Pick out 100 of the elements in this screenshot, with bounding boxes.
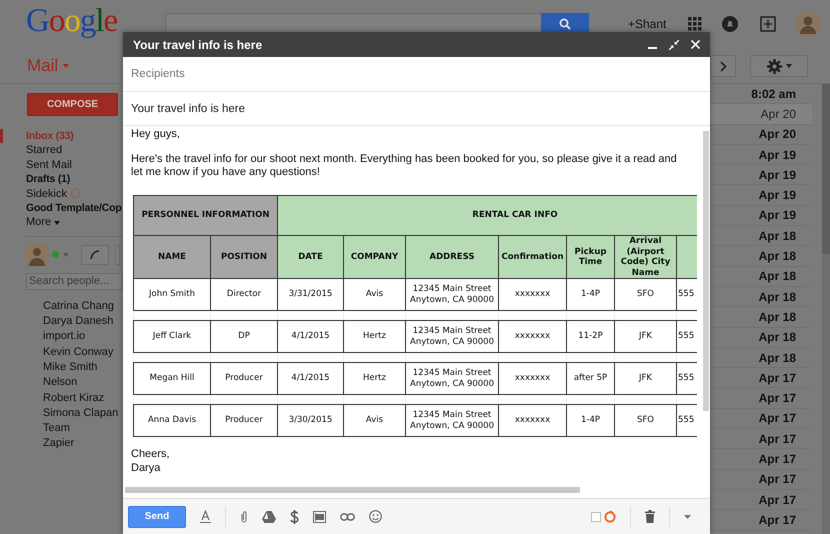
table-cell: Jeff Clark bbox=[134, 320, 210, 352]
caret-icon bbox=[63, 64, 70, 68]
recipients-field[interactable]: Recipients bbox=[123, 57, 710, 92]
send-button[interactable]: Send bbox=[128, 506, 186, 528]
photo-icon[interactable] bbox=[313, 510, 326, 522]
notifications-icon[interactable] bbox=[722, 16, 738, 32]
group-header: RENTAL CAR INFO bbox=[278, 196, 697, 236]
caret-icon[interactable] bbox=[684, 514, 691, 518]
table-cell: SFO bbox=[614, 404, 676, 436]
table-cell: 3/30/2015 bbox=[278, 404, 344, 436]
avatar-icon[interactable] bbox=[26, 244, 48, 266]
column-header: Arrival (Airport Code) City Name bbox=[614, 236, 676, 278]
emoji-icon[interactable] bbox=[369, 510, 382, 523]
phone-icon bbox=[90, 250, 100, 260]
ring-icon[interactable] bbox=[604, 510, 616, 523]
table-cell: SFO bbox=[614, 278, 676, 310]
table-cell: Producer bbox=[210, 404, 278, 436]
table-cell: 12345 Main Street Anytown, CA 90000 bbox=[406, 278, 498, 310]
vertical-scrollbar[interactable] bbox=[703, 131, 709, 411]
contact-name[interactable]: Team bbox=[0, 421, 125, 436]
table-cell: xxxxxxx bbox=[498, 278, 566, 310]
search-icon bbox=[559, 18, 571, 30]
column-header: COMPANY bbox=[344, 236, 406, 278]
trash-icon[interactable] bbox=[645, 510, 655, 523]
table-cell: 12345 Main Street Anytown, CA 90000 bbox=[406, 362, 498, 394]
contact-name[interactable]: import.io bbox=[0, 329, 125, 345]
table-cell: 4/1/2015 bbox=[278, 320, 344, 352]
window-title: Your travel info is here bbox=[133, 38, 264, 52]
contact-name[interactable]: Mike Smith bbox=[0, 360, 125, 376]
subject-field[interactable]: Your travel info is here bbox=[123, 92, 710, 126]
column-header: Confirmation bbox=[498, 236, 566, 278]
table-cell: Director bbox=[210, 278, 278, 310]
column-header: NAME bbox=[134, 236, 210, 278]
search-people-field[interactable]: Search people... bbox=[26, 272, 123, 290]
link-icon[interactable] bbox=[340, 512, 355, 520]
table-cell: John Smith bbox=[134, 278, 210, 310]
chevron-right-icon bbox=[720, 60, 726, 72]
sidebar-item[interactable]: Drafts (1) bbox=[0, 172, 125, 187]
table-cell: Hertz bbox=[344, 320, 406, 352]
caret-icon bbox=[786, 64, 792, 68]
google-logo[interactable]: Google bbox=[26, 2, 165, 40]
table-cell: Producer bbox=[210, 362, 278, 394]
table-cell: 12345 Main Street Anytown, CA 90000 bbox=[406, 404, 498, 436]
user-name[interactable]: +Shant bbox=[628, 17, 666, 31]
table-cell: JFK bbox=[614, 320, 676, 352]
contact-name[interactable]: Robert Kiraz bbox=[0, 390, 125, 406]
vertical-scrollbar[interactable] bbox=[822, 84, 830, 534]
column-header: Pickup Time bbox=[566, 236, 614, 278]
table-cell: xxxxxxx bbox=[498, 404, 566, 436]
settings-button[interactable] bbox=[750, 55, 808, 77]
table-cell: 4/1/2015 bbox=[278, 362, 344, 394]
contact-name[interactable]: Catrina Chang bbox=[0, 298, 125, 314]
table-cell: 12345 Main Street Anytown, CA 90000 bbox=[406, 320, 498, 352]
table-cell: Hertz bbox=[344, 362, 406, 394]
contact-name[interactable]: Darya Danesh bbox=[0, 314, 125, 330]
greeting-text: Hey guys, bbox=[131, 128, 181, 141]
horizontal-scrollbar[interactable] bbox=[125, 487, 580, 493]
text-format-icon[interactable] bbox=[200, 510, 211, 523]
sidebar-item[interactable]: Sent Mail bbox=[0, 158, 125, 172]
ring-icon bbox=[70, 188, 81, 200]
status-dot-icon[interactable] bbox=[52, 251, 59, 258]
call-button[interactable] bbox=[81, 244, 109, 265]
sidebar-item[interactable]: More bbox=[0, 215, 125, 230]
contact-name[interactable]: Nelson bbox=[0, 375, 125, 391]
table-cell: after 5P bbox=[566, 362, 614, 394]
column-header: ADDRESS bbox=[406, 236, 498, 278]
table-cell: 11-2P bbox=[566, 320, 614, 352]
contact-name[interactable]: Simona Clapan bbox=[0, 406, 125, 422]
contact-name[interactable]: Zapier bbox=[0, 436, 125, 452]
sidebar-item[interactable]: Sidekick bbox=[0, 186, 125, 201]
column-header: POSITION bbox=[210, 236, 278, 278]
column-header: DATE bbox=[278, 236, 344, 278]
checkbox-icon[interactable] bbox=[591, 512, 601, 522]
caret-icon bbox=[54, 220, 60, 225]
contact-name[interactable]: Kevin Conway bbox=[0, 344, 125, 360]
sidebar-item[interactable]: Good Template/Cop bbox=[0, 200, 125, 216]
compose-button[interactable]: COMPOSE bbox=[27, 93, 118, 116]
avatar-icon[interactable] bbox=[795, 11, 822, 37]
table-cell: Anna Davis bbox=[134, 404, 210, 436]
table-cell: Avis bbox=[344, 278, 406, 310]
table-cell: 1-4P bbox=[566, 404, 614, 436]
add-icon[interactable] bbox=[760, 16, 776, 32]
next-button[interactable] bbox=[710, 55, 736, 77]
table-cell: JFK bbox=[614, 362, 676, 394]
exit-fullscreen-icon[interactable] bbox=[669, 40, 679, 50]
drive-icon[interactable] bbox=[262, 510, 276, 522]
sidebar-item[interactable]: Starred bbox=[0, 143, 125, 158]
signoff-text: Cheers, bbox=[131, 447, 171, 461]
apps-icon[interactable] bbox=[688, 17, 702, 31]
attach-icon[interactable] bbox=[240, 510, 248, 524]
group-header: PERSONNEL INFORMATION bbox=[134, 196, 278, 236]
dollar-icon[interactable] bbox=[290, 510, 299, 524]
table-cell: Megan Hill bbox=[134, 362, 210, 394]
close-icon[interactable] bbox=[691, 40, 700, 49]
table-cell: Avis bbox=[344, 404, 406, 436]
table-cell: xxxxxxx bbox=[498, 320, 566, 352]
table-cell: 3/31/2015 bbox=[278, 278, 344, 310]
table-cell: DP bbox=[210, 320, 278, 352]
table-cell: 1-4P bbox=[566, 278, 614, 310]
table-cell: xxxxxxx bbox=[498, 362, 566, 394]
